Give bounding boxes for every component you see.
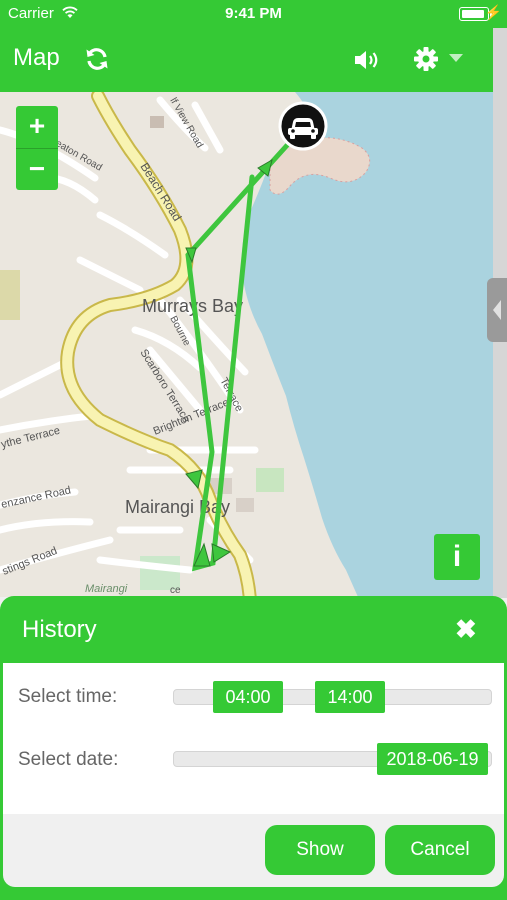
side-drawer-handle[interactable] [487, 278, 507, 342]
zoom-out-button[interactable]: − [16, 149, 58, 191]
map-label-mairangi: Mairangi [85, 583, 128, 595]
building [236, 498, 254, 512]
map-label-penzance: enzance Road [0, 484, 72, 510]
refresh-icon[interactable] [84, 46, 110, 72]
info-button[interactable]: i [434, 534, 480, 580]
select-date-label: Select date: [18, 749, 119, 770]
status-bar: Carrier 9:41 PM ⚡ [0, 0, 507, 28]
show-button[interactable]: Show [265, 825, 375, 875]
clock: 9:41 PM [225, 5, 282, 22]
history-actions: Show Cancel [3, 814, 504, 887]
park-area [256, 468, 284, 492]
map-label-view: lf View Road [167, 96, 205, 150]
car-marker-icon [278, 101, 328, 151]
volume-icon[interactable] [353, 48, 381, 72]
page-title: Map [13, 44, 60, 71]
charging-icon: ⚡ [484, 4, 502, 20]
history-panel: History ✖ Select time: 04:00 14:00 Selec… [0, 596, 507, 900]
zoom-control: + − [16, 106, 58, 190]
chevron-down-icon[interactable] [449, 54, 463, 62]
zoom-in-button[interactable]: + [16, 106, 58, 149]
map-label-beach-road: Beach Road [137, 160, 184, 223]
time-to-handle[interactable]: 14:00 [315, 681, 385, 713]
time-from-handle[interactable]: 04:00 [213, 681, 283, 713]
map-label-hastings: stings Road [1, 545, 59, 578]
date-handle[interactable]: 2018-06-19 [377, 743, 488, 775]
gear-icon[interactable] [413, 46, 439, 72]
select-time-label: Select time: [18, 686, 118, 707]
cancel-button[interactable]: Cancel [385, 825, 495, 875]
map-label-ce: ce [170, 585, 181, 596]
chevron-left-icon [493, 300, 501, 320]
map-view[interactable]: Murrays Bay Mairangi Bay Beach Road Bour… [0, 92, 493, 597]
close-icon[interactable]: ✖ [455, 614, 477, 645]
building [150, 116, 164, 128]
top-toolbar: Map [0, 28, 493, 92]
map-canvas[interactable]: Murrays Bay Mairangi Bay Beach Road Bour… [0, 92, 493, 597]
history-form: Select time: 04:00 14:00 Select date: 20… [3, 663, 504, 814]
park-area [0, 270, 20, 320]
map-label-suburb-2: Mairangi Bay [125, 497, 230, 517]
history-title: History [22, 616, 97, 643]
